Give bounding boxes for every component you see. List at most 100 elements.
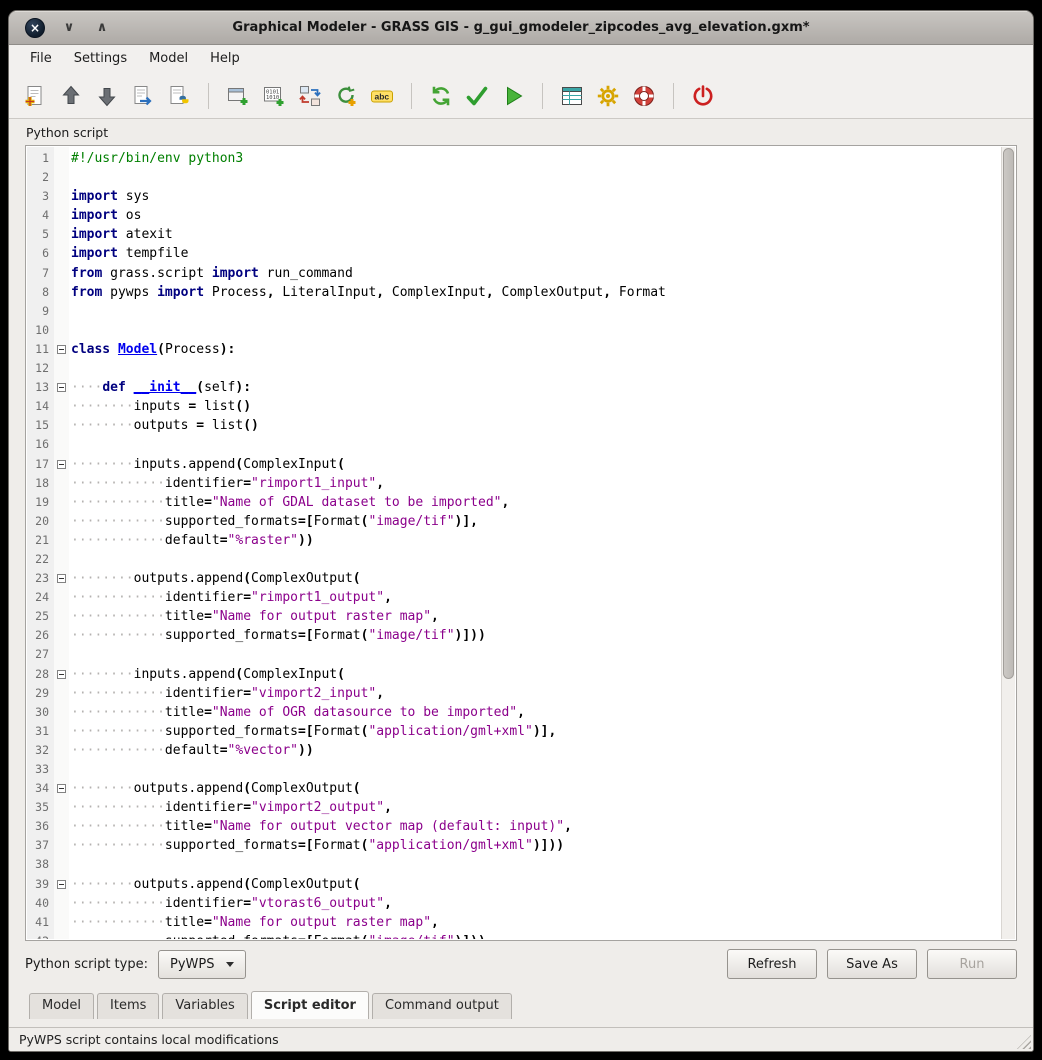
- tab-command-output[interactable]: Command output: [372, 993, 512, 1019]
- code-line-12[interactable]: 12: [27, 359, 1001, 378]
- fold-gutter: [54, 397, 69, 416]
- code-line-37[interactable]: 37············supported_formats=[Format(…: [27, 836, 1001, 855]
- comment-add-button[interactable]: abc: [368, 82, 396, 110]
- code-area[interactable]: 1#!/usr/bin/env python323import sys4impo…: [27, 147, 1001, 939]
- close-icon[interactable]: ×: [25, 18, 45, 38]
- validate-button[interactable]: [463, 82, 491, 110]
- model-save-button[interactable]: [93, 82, 121, 110]
- fold-gutter: [54, 225, 69, 244]
- code-line-22[interactable]: 22: [27, 550, 1001, 569]
- script-editor[interactable]: 1#!/usr/bin/env python323import sys4impo…: [25, 145, 1017, 941]
- line-number: 12: [27, 359, 54, 378]
- fold-marker[interactable]: [54, 569, 69, 588]
- code-line-23[interactable]: 23········outputs.append(ComplexOutput(: [27, 569, 1001, 588]
- code-line-29[interactable]: 29············identifier="vimport2_input…: [27, 684, 1001, 703]
- code-line-16[interactable]: 16: [27, 435, 1001, 454]
- editor-scrollbar[interactable]: [1001, 147, 1015, 939]
- model-new-button[interactable]: [21, 82, 49, 110]
- code-line-39[interactable]: 39········outputs.append(ComplexOutput(: [27, 875, 1001, 894]
- code-line-35[interactable]: 35············identifier="vimport2_outpu…: [27, 798, 1001, 817]
- code-line-26[interactable]: 26············supported_formats=[Format(…: [27, 626, 1001, 645]
- maximize-icon[interactable]: ∧: [93, 19, 111, 37]
- fold-marker[interactable]: [54, 875, 69, 894]
- help-button[interactable]: [630, 82, 658, 110]
- code-line-10[interactable]: 10: [27, 321, 1001, 340]
- code-text: ············supported_formats=[Format("a…: [69, 836, 564, 855]
- tab-items[interactable]: Items: [97, 993, 159, 1019]
- code-line-25[interactable]: 25············title="Name for output ras…: [27, 607, 1001, 626]
- code-line-27[interactable]: 27: [27, 645, 1001, 664]
- run-button[interactable]: [499, 82, 527, 110]
- tab-variables[interactable]: Variables: [162, 993, 247, 1019]
- code-text: ············default="%vector")): [69, 741, 314, 760]
- code-line-4[interactable]: 4import os: [27, 206, 1001, 225]
- code-line-14[interactable]: 14········inputs = list(): [27, 397, 1001, 416]
- tab-script-editor[interactable]: Script editor: [251, 991, 369, 1019]
- settings-button[interactable]: [594, 82, 622, 110]
- python-export-button[interactable]: [165, 82, 193, 110]
- code-line-7[interactable]: 7from grass.script import run_command: [27, 264, 1001, 283]
- code-line-3[interactable]: 3import sys: [27, 187, 1001, 206]
- code-line-41[interactable]: 41············title="Name for output ras…: [27, 913, 1001, 932]
- code-line-30[interactable]: 30············title="Name of OGR datasou…: [27, 703, 1001, 722]
- save-as-button[interactable]: Save As: [827, 949, 917, 979]
- redraw-button[interactable]: [427, 82, 455, 110]
- data-add-button[interactable]: 01011010: [260, 82, 288, 110]
- code-line-1[interactable]: 1#!/usr/bin/env python3: [27, 149, 1001, 168]
- code-text: ············supported_formats=[Format("a…: [69, 722, 556, 741]
- code-line-9[interactable]: 9: [27, 302, 1001, 321]
- code-line-32[interactable]: 32············default="%vector")): [27, 741, 1001, 760]
- code-line-31[interactable]: 31············supported_formats=[Format(…: [27, 722, 1001, 741]
- line-number: 18: [27, 474, 54, 493]
- code-line-20[interactable]: 20············supported_formats=[Format(…: [27, 512, 1001, 531]
- fold-marker[interactable]: [54, 378, 69, 397]
- refresh-button[interactable]: Refresh: [727, 949, 817, 979]
- scrollbar-thumb[interactable]: [1003, 148, 1014, 679]
- fold-gutter: [54, 798, 69, 817]
- fold-marker[interactable]: [54, 455, 69, 474]
- fold-marker[interactable]: [54, 779, 69, 798]
- variables-button[interactable]: [558, 82, 586, 110]
- code-line-36[interactable]: 36············title="Name for output vec…: [27, 817, 1001, 836]
- quit-button[interactable]: [689, 82, 717, 110]
- code-line-38[interactable]: 38: [27, 855, 1001, 874]
- tab-model[interactable]: Model: [29, 993, 94, 1019]
- code-line-11[interactable]: 11class Model(Process):: [27, 340, 1001, 359]
- fold-gutter: [54, 836, 69, 855]
- code-line-8[interactable]: 8from pywps import Process, LiteralInput…: [27, 283, 1001, 302]
- menu-settings[interactable]: Settings: [63, 45, 138, 73]
- image-export-button[interactable]: [129, 82, 157, 110]
- code-line-40[interactable]: 40············identifier="vtorast6_outpu…: [27, 894, 1001, 913]
- menu-help[interactable]: Help: [199, 45, 251, 73]
- relation-add-button[interactable]: [296, 82, 324, 110]
- model-open-button[interactable]: [57, 82, 85, 110]
- line-number: 30: [27, 703, 54, 722]
- code-line-24[interactable]: 24············identifier="rimport1_outpu…: [27, 588, 1001, 607]
- code-line-28[interactable]: 28········inputs.append(ComplexInput(: [27, 665, 1001, 684]
- code-line-18[interactable]: 18 ············identifier="rimport1_input…: [27, 474, 1001, 493]
- code-line-5[interactable]: 5import atexit: [27, 225, 1001, 244]
- code-line-33[interactable]: 33: [27, 760, 1001, 779]
- code-line-15[interactable]: 15········outputs = list(): [27, 416, 1001, 435]
- code-line-42[interactable]: 42············supported_formats=[Format(…: [27, 932, 1001, 939]
- code-line-6[interactable]: 6import tempfile: [27, 244, 1001, 263]
- code-line-19[interactable]: 19············title="Name of GDAL datase…: [27, 493, 1001, 512]
- loop-add-button[interactable]: [332, 82, 360, 110]
- code-text: ········inputs.append(ComplexInput(: [69, 455, 345, 474]
- code-line-2[interactable]: 2: [27, 168, 1001, 187]
- script-type-dropdown[interactable]: PyWPS: [158, 950, 246, 979]
- code-line-13[interactable]: 13····def __init__(self):: [27, 378, 1001, 397]
- command-add-button[interactable]: [224, 82, 252, 110]
- menu-file[interactable]: File: [19, 45, 63, 73]
- code-line-17[interactable]: 17········inputs.append(ComplexInput(: [27, 455, 1001, 474]
- code-line-21[interactable]: 21············default="%raster")): [27, 531, 1001, 550]
- fold-marker[interactable]: [54, 665, 69, 684]
- titlebar[interactable]: × ∨ ∧ Graphical Modeler - GRASS GIS - g_…: [9, 11, 1033, 45]
- code-line-34[interactable]: 34········outputs.append(ComplexOutput(: [27, 779, 1001, 798]
- menu-model[interactable]: Model: [138, 45, 199, 73]
- run-button[interactable]: Run: [927, 949, 1017, 979]
- code-text: ············identifier="rimport1_input",: [69, 474, 384, 493]
- resize-grip[interactable]: [1017, 1035, 1031, 1049]
- fold-marker[interactable]: [54, 340, 69, 359]
- minimize-icon[interactable]: ∨: [60, 19, 78, 37]
